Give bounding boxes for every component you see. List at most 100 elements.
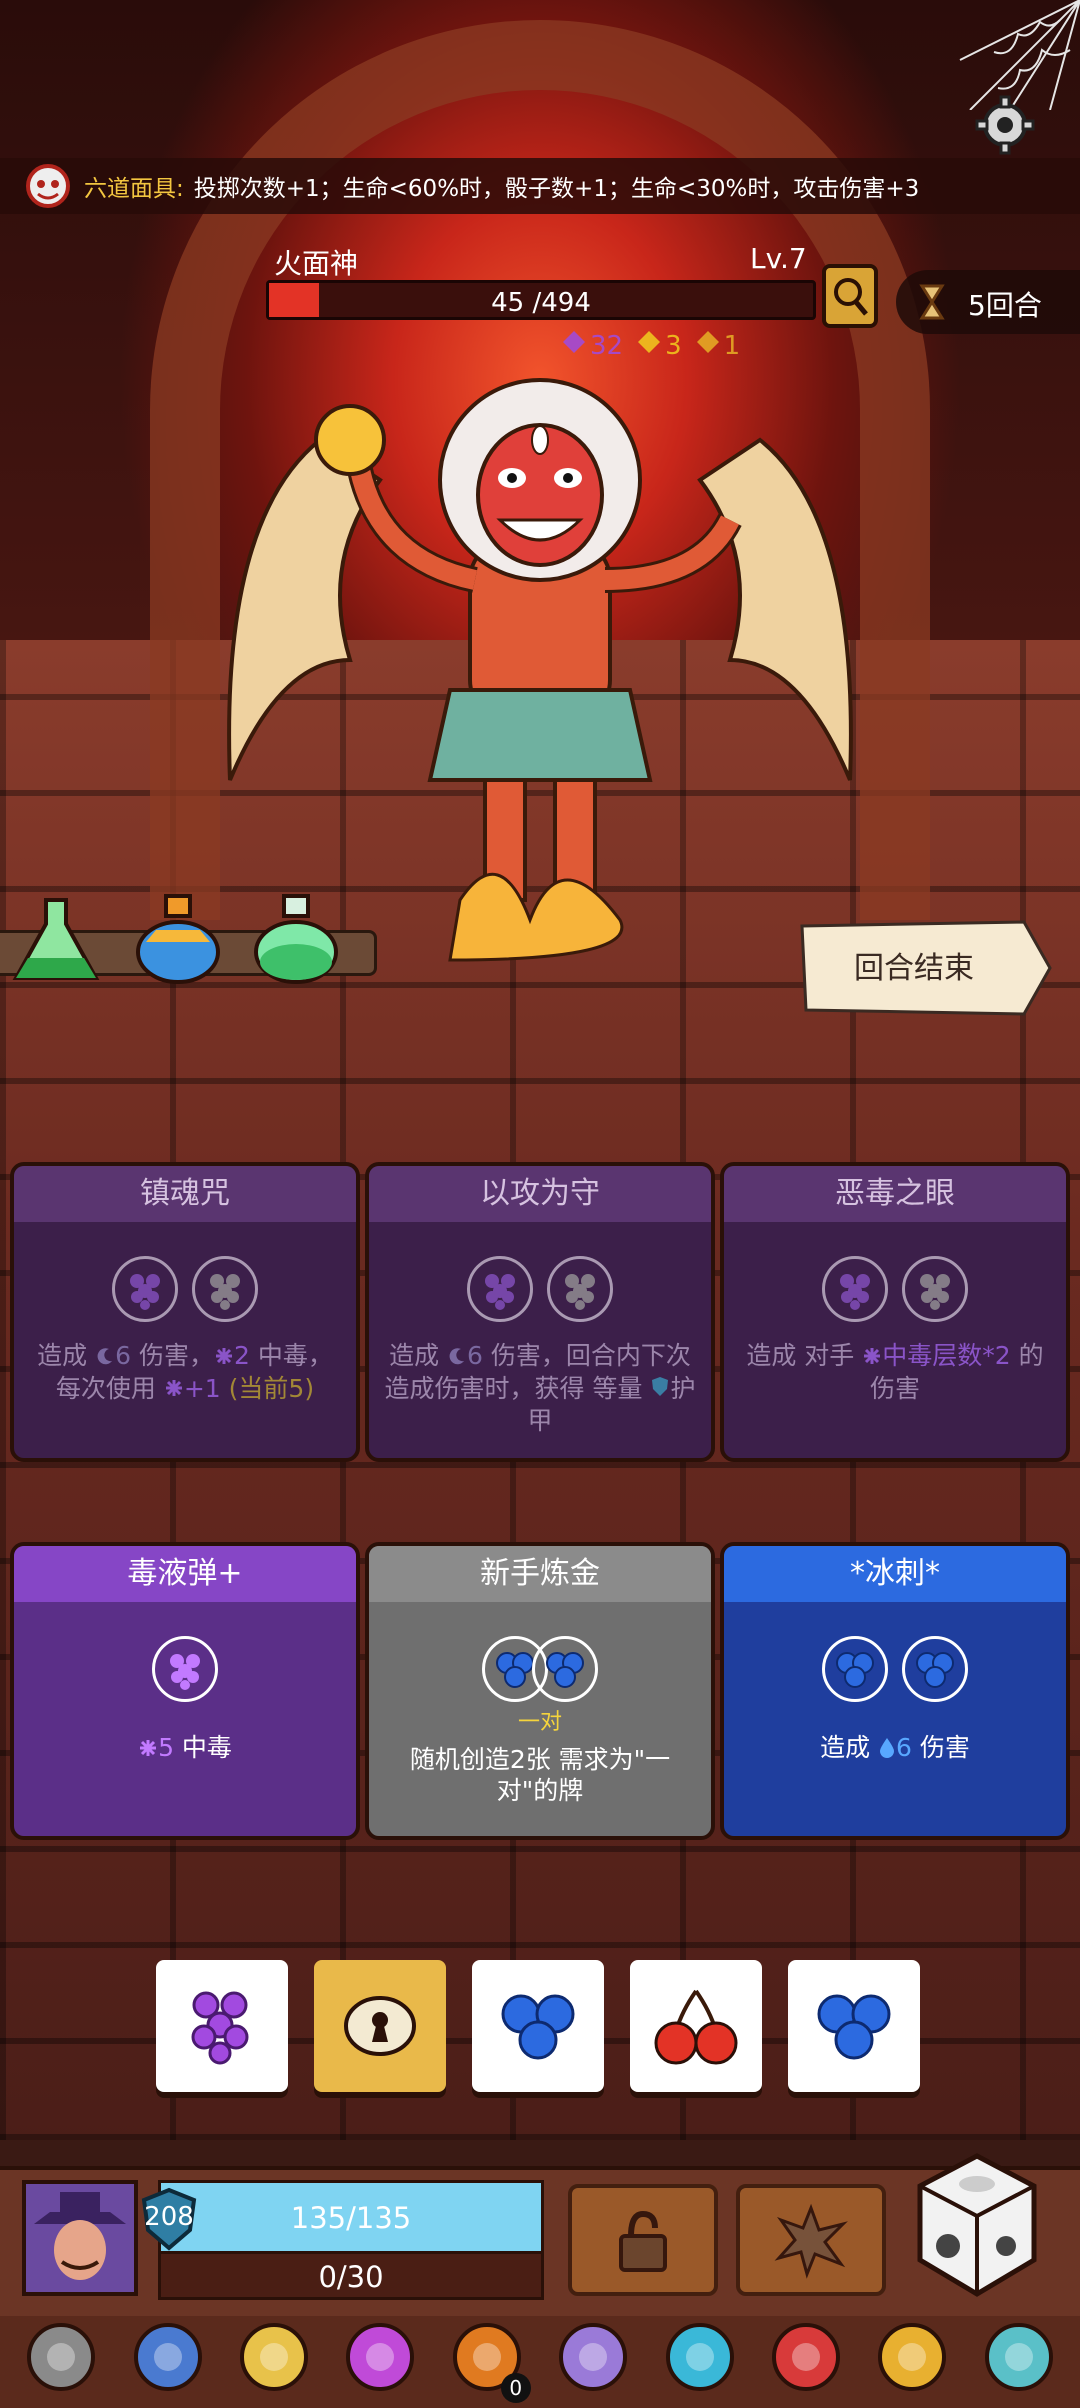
die-blueberry[interactable]: [788, 1960, 920, 2092]
turn-counter: 5回合: [896, 270, 1080, 334]
fire-god-boss[interactable]: [200, 360, 880, 980]
poison-splash-icon[interactable]: [340, 2317, 420, 2397]
player-card-novice-alchemy[interactable]: 新手炼金 一对 随机创造2张 需求为"一对"的牌: [365, 1542, 715, 1840]
strength-icon: [635, 328, 663, 363]
enemy-hp-text: 45 /494: [491, 288, 591, 318]
explosion-icon: [774, 2203, 848, 2279]
enemy-card-1[interactable]: 镇魂咒 造成 6 伤害， 2 中毒，每次使用 +1 (当前5): [10, 1162, 360, 1462]
grape-icon: [191, 1991, 249, 2065]
card-text-part: 造成: [389, 1341, 448, 1370]
gray-grape-slot-icon: [902, 1256, 968, 1322]
enemy-status-effects: 32 3 1: [560, 328, 740, 363]
card-text-part: +1: [164, 1374, 221, 1403]
blueberry-slot-icon[interactable]: [532, 1636, 598, 1702]
enemy-name: 火面神: [274, 247, 359, 280]
poison-icon: [214, 1342, 234, 1373]
crystal-sword-icon[interactable]: [128, 2317, 208, 2397]
witch-hunter-portrait: [26, 2184, 134, 2292]
poison-icon: [138, 1734, 158, 1765]
player-card-ice-spike[interactable]: *冰刺* 造成 6 伤害: [720, 1542, 1070, 1840]
relic-bar: 0: [0, 2306, 1080, 2408]
end-turn-label: 回合结束: [854, 952, 974, 985]
blueberry-icon: [501, 1994, 575, 2060]
player-card-poison-shot[interactable]: 毒液弹+ 5 中毒: [10, 1542, 360, 1840]
card-title: 镇魂咒: [14, 1166, 356, 1222]
status-armor-icon[interactable]: 1: [694, 328, 740, 363]
player-shield-text: 0/30: [318, 2260, 384, 2294]
card-text-part: 伤害: [911, 1733, 970, 1762]
end-turn-button[interactable]: 回合结束: [796, 918, 1056, 1018]
shatter-dice-button[interactable]: [736, 2184, 886, 2296]
card-description: 造成 对手 中毒层数*2 的伤害: [724, 1322, 1066, 1404]
moon-icon[interactable]: [553, 2317, 633, 2397]
card-title: 恶毒之眼: [724, 1166, 1066, 1222]
status-strength-icon[interactable]: 3: [635, 328, 682, 363]
card-title: 以攻为守: [369, 1166, 711, 1222]
orange-blue-potion-icon[interactable]: [130, 890, 226, 990]
die-blueberry[interactable]: [472, 1960, 604, 2092]
enemy-card-2[interactable]: 以攻为守 造成 6 伤害，回合内下次造成伤害时，获得 等量 护甲: [365, 1162, 715, 1462]
red-crystal-icon[interactable]: [766, 2317, 846, 2397]
poison-icon: [862, 1342, 882, 1373]
shield-icon: [650, 1374, 670, 1405]
green-potion-icon[interactable]: [8, 890, 104, 990]
spiral-shell-icon[interactable]: [21, 2317, 101, 2397]
die-grape[interactable]: [156, 1960, 288, 2092]
poison-icon: [164, 1374, 184, 1405]
treasure-chest-icon[interactable]: [872, 2317, 952, 2397]
pair-requirement-label: 一对: [517, 1710, 562, 1735]
card-text-part: 随机创造2张 需求为"一对"的牌: [409, 1745, 671, 1805]
relic-count-badge: 0: [500, 2373, 531, 2403]
card-text-part: 造成: [37, 1341, 96, 1370]
player-avatar[interactable]: [22, 2180, 138, 2296]
enemy-level: Lv.7: [750, 242, 807, 275]
card-text-part: 6: [95, 1341, 131, 1370]
blueberry-slot-icon[interactable]: [822, 1636, 888, 1702]
blueberry-slot-icon[interactable]: [902, 1636, 968, 1702]
card-text-part: 中毒层数*2: [862, 1341, 1011, 1373]
grape-slot-icon[interactable]: [152, 1636, 218, 1702]
keyhole-icon: [344, 1996, 416, 2056]
card-text-part: 2: [214, 1341, 250, 1370]
drop-icon: [878, 1734, 896, 1765]
moon-icon: [447, 1342, 467, 1373]
roll-dice-button[interactable]: [912, 2150, 1042, 2300]
hourglass-icon: [919, 284, 945, 320]
relic-name: 六道面具:: [84, 176, 184, 202]
relic-description: 投掷次数+1；生命<60%时，骰子数+1；生命<30%时，攻击伤害+3: [193, 176, 920, 202]
padlock-icon: [619, 2210, 667, 2272]
card-description: 5 中毒: [14, 1702, 356, 1765]
card-title: 新手炼金: [369, 1546, 711, 1602]
enemy-inspect-button[interactable]: [822, 264, 878, 328]
grape-slot-icon: [112, 1256, 178, 1322]
card-text-part: 6: [447, 1341, 483, 1370]
card-text-part: 5: [138, 1733, 174, 1762]
card-description: 造成 6 伤害: [724, 1702, 1066, 1765]
die-locked[interactable]: [314, 1960, 446, 2092]
die-cherry[interactable]: [630, 1960, 762, 2092]
enemy-card-3[interactable]: 恶毒之眼 造成 对手 中毒层数*2 的伤害: [720, 1162, 1070, 1462]
six-path-mask-icon: [26, 164, 70, 208]
cherry-icon: [654, 1989, 738, 2065]
fire-mask-icon[interactable]: 0: [447, 2317, 531, 2403]
gray-grape-slot-icon: [547, 1256, 613, 1322]
card-description: 造成 6 伤害，回合内下次造成伤害时，获得 等量 护甲: [369, 1322, 711, 1436]
card-description: 造成 6 伤害， 2 中毒，每次使用 +1 (当前5): [14, 1322, 356, 1405]
magnifier-icon: [834, 278, 868, 316]
status-poison-icon[interactable]: 32: [560, 328, 623, 363]
status-value: 32: [590, 330, 624, 361]
relic-effect-banner: 六道面具: 投掷次数+1；生命<60%时，骰子数+1；生命<30%时，攻击伤害+…: [0, 158, 1080, 214]
ghost-icon[interactable]: [979, 2317, 1059, 2397]
green-flask-icon[interactable]: [248, 890, 344, 990]
status-value: 3: [665, 330, 682, 361]
lock-dice-button[interactable]: [568, 2184, 718, 2296]
turn-label: 5回合: [968, 289, 1042, 322]
blue-gem-icon[interactable]: [660, 2317, 740, 2397]
enemy-hp-bar: 45 /494: [266, 280, 816, 320]
card-title: 毒液弹+: [14, 1546, 356, 1602]
armor-icon: [694, 328, 722, 363]
eye-amulet-icon[interactable]: [234, 2317, 314, 2397]
player-hp-bar: 135/135: [158, 2180, 544, 2254]
armor-value: 208: [144, 2202, 194, 2232]
settings-gear-icon[interactable]: [975, 95, 1035, 155]
